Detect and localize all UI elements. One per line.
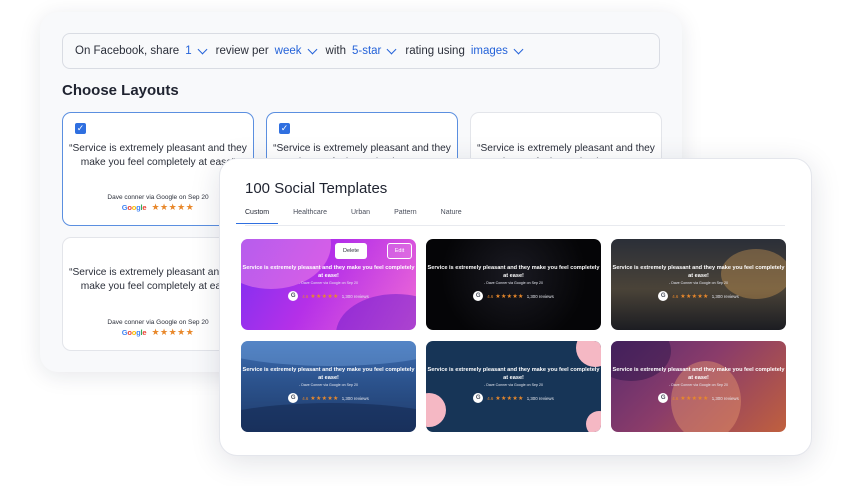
chevron-down-icon [513,44,524,55]
tab-healthcare[interactable]: Healthcare [293,209,327,224]
rule-prefix: On Facebook, share [75,45,180,57]
template-attribution: - Dave Conner via Google on Sep 20 [299,281,358,285]
template-card-navy[interactable]: Service is extremely pleasant and they m… [426,341,601,432]
google-logo: Google [121,328,147,337]
tab-pattern[interactable]: Pattern [394,209,417,224]
template-card-dark[interactable]: Service is extremely pleasant and they m… [426,239,601,330]
tab-custom[interactable]: Custom [236,209,279,224]
rule-review-per: review per [215,45,269,57]
google-g-icon: G [658,291,669,301]
star-rating-icon: ★★★★★ [680,293,709,300]
chevron-down-icon [307,44,317,55]
star-rating-icon: ★★★★★ [310,293,339,300]
star-rating-icon: ★★★★★ [151,202,195,212]
google-logo: Google [121,203,147,212]
star-rating-icon: ★★★★★ [310,395,339,402]
template-quote: Service is extremely pleasant and they m… [612,265,785,279]
template-tabs: Custom Healthcare Urban Pattern Nature [236,209,486,224]
star-rating-icon: ★★★★★ [680,395,709,402]
checkbox-checked-icon[interactable]: ✓ [279,123,290,134]
tab-urban[interactable]: Urban [351,209,370,224]
chevron-down-icon [197,44,208,55]
template-attribution: - Dave Conner via Google on Sep 20 [484,281,543,285]
google-g-icon: G [473,393,484,403]
layout-quote: “Service is extremely pleasant and they … [69,143,247,168]
period-dropdown[interactable]: week [275,44,326,57]
share-rule-bar: On Facebook, share 1 review per week wit… [62,33,660,69]
template-rating: G 4.6 ★★★★★ 1,300 reviews [241,291,416,301]
tab-divider [245,225,785,226]
google-g-icon: G [288,291,299,301]
rule-with: with [325,45,346,57]
chevron-down-icon [386,44,397,55]
count-dropdown[interactable]: 1 [185,44,215,57]
template-rating: G 4.6 ★★★★★ 1,300 reviews [426,291,601,301]
checkbox-checked-icon[interactable]: ✓ [75,123,86,134]
template-quote: Service is extremely pleasant and they m… [242,367,415,381]
tab-nature[interactable]: Nature [441,209,462,224]
template-quote: Service is extremely pleasant and they m… [427,367,600,381]
template-rating: G 4.6 ★★★★★ 1,300 reviews [611,393,786,403]
media-dropdown[interactable]: images [471,44,532,57]
rule-rating-using: rating using [405,45,465,57]
template-rating: G 4.6 ★★★★★ 1,300 reviews [611,291,786,301]
template-attribution: - Dave Conner via Google on Sep 20 [484,383,543,387]
social-templates-panel: 100 Social Templates Custom Healthcare U… [219,158,812,456]
delete-button[interactable]: Delete [335,243,367,259]
star-rating-icon: ★★★★★ [495,293,524,300]
template-card-dusk[interactable]: Service is extremely pleasant and they m… [611,239,786,330]
rating-dropdown[interactable]: 5-star [352,44,405,57]
google-g-icon: G [473,291,484,301]
template-card-purple[interactable]: Delete Edit Service is extremely pleasan… [241,239,416,330]
template-attribution: - Dave Conner via Google on Sep 20 [669,281,728,285]
template-quote: Service is extremely pleasant and they m… [427,265,600,279]
edit-button[interactable]: Edit [387,243,412,259]
star-rating-icon: ★★★★★ [495,395,524,402]
choose-layouts-title: Choose Layouts [62,82,179,99]
template-attribution: - Dave Conner via Google on Sep 20 [669,383,728,387]
google-g-icon: G [658,393,669,403]
template-rating: G 4.6 ★★★★★ 1,300 reviews [426,393,601,403]
star-rating-icon: ★★★★★ [151,327,195,337]
template-card-photo[interactable]: Service is extremely pleasant and they m… [611,341,786,432]
template-rating: G 4.6 ★★★★★ 1,300 reviews [241,393,416,403]
template-quote: Service is extremely pleasant and they m… [612,367,785,381]
template-attribution: - Dave Conner via Google on Sep 20 [299,383,358,387]
google-g-icon: G [288,393,299,403]
template-card-blue-waves[interactable]: Service is extremely pleasant and they m… [241,341,416,432]
templates-title: 100 Social Templates [245,180,388,197]
template-quote: Service is extremely pleasant and they m… [242,265,415,279]
